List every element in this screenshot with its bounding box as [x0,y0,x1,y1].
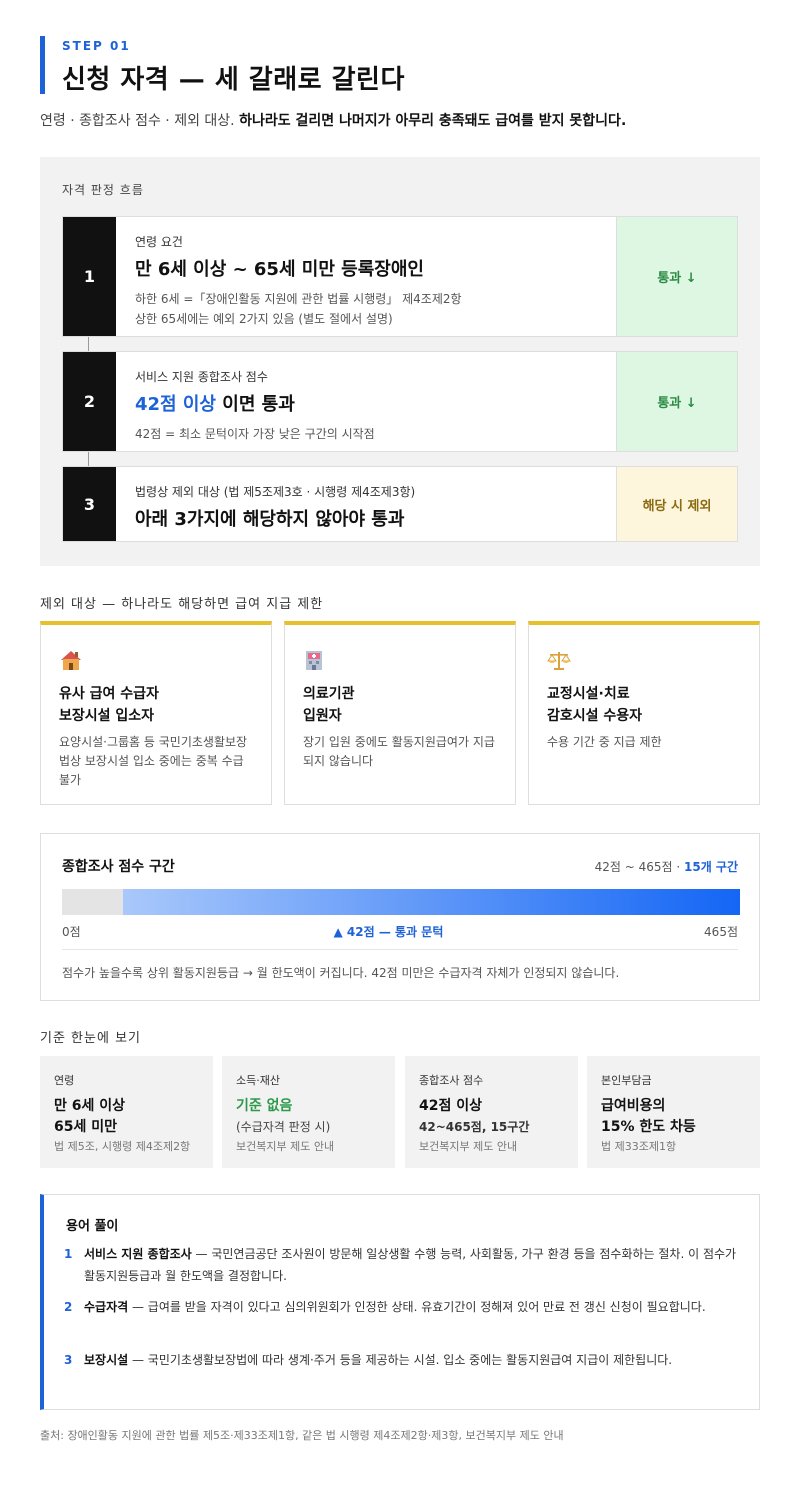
flow-step-age: 1 연령 요건 만 6세 이상 ~ 65세 미만 등록장애인 하한 6세 =「장… [62,216,738,337]
house-icon [61,651,81,670]
lead-bold: 하나라도 걸리면 나머지가 아무리 충족돼도 급여를 받지 못합니다. [239,113,627,129]
glossary-number: 2 [64,1300,73,1314]
exclusion-title: 보장시설 입소자 [59,708,155,724]
step-subtitle: 서비스 지원 종합조사 점수 [135,370,268,384]
summary-card-label: 소득·재산 [236,1074,280,1087]
flow-step-score: 2 서비스 지원 종합조사 점수 42점 이상 이면 통과 42점 = 최소 문… [62,351,738,452]
step-status-pass: 통과 ↓ [616,352,737,451]
summary-card-detail: 42~465점, 15구간 [419,1120,530,1134]
step-label: STEP 01 [62,39,131,53]
exclusion-title: 감호시설 수용자 [547,708,643,724]
hospital-icon [306,651,322,670]
score-bar [62,889,740,915]
step-subtitle: 법령상 제외 대상 (법 제5조제3호 · 시행령 제4조제3항) [135,485,416,499]
eligibility-flow-panel: 자격 판정 흐름 1 연령 요건 만 6세 이상 ~ 65세 미만 등록장애인 … [40,157,760,566]
scales-icon [547,652,571,670]
source-note: 출처: 장애인활동 지원에 관한 법률 제5조·제33조제1항, 같은 법 시행… [40,1429,564,1442]
step-note: 하한 6세 =「장애인활동 지원에 관한 법률 시행령」 제4조제2항 [135,292,462,306]
score-threshold-marker: ▲ 42점 — 통과 문턱 [333,925,444,939]
summary-card-label: 본인부담금 [601,1074,652,1087]
summary-card-value: 기준 없음 [236,1098,293,1114]
step-status-pass: 통과 ↓ [616,217,737,336]
glossary-box: 용어 풀이 1 서비스 지원 종합조사 — 국민연금공단 조사원이 방문해 일상… [40,1194,760,1410]
score-min-label: 0점 [62,925,81,939]
step-heading: 42점 이상 이면 통과 [135,390,607,416]
step-heading-rest: 이면 통과 [216,394,295,415]
page-title: 신청 자격 — 세 갈래로 갈린다 [62,65,405,95]
summary-card-age: 연령 만 6세 이상 65세 미만 법 제5조, 시행령 제4조제2항 [40,1056,213,1168]
exclusion-card-correctional: 교정시설·치료 감호시설 수용자 수용 기간 중 지급 제한 [528,621,760,805]
flow-caption: 자격 판정 흐름 [62,183,144,197]
summary-card-value: 급여비용의 [601,1098,666,1114]
score-title: 종합조사 점수 구간 [62,859,175,875]
exclusion-title: 교정시설·치료 [547,686,630,702]
summary-label: 기준 한눈에 보기 [40,1031,141,1046]
flow-connector [88,451,89,467]
glossary-term: 서비스 지원 종합조사 [84,1247,192,1261]
score-range-panel: 종합조사 점수 구간 42점 ~ 465점 · 15개 구간 0점 ▲ 42점 … [40,833,760,1001]
exclusion-desc: 요양시설·그룹홈 등 국민기초생활보장법상 보장시설 입소 중에는 중복 수급 … [59,735,248,787]
flow-connector [88,336,89,352]
summary-card-value: 42점 이상 [419,1098,482,1114]
step-note: 42점 = 최소 문턱이자 가장 낮은 구간의 시작점 [135,427,375,441]
summary-card-value: 65세 미만 [54,1119,117,1135]
step-subtitle: 연령 요건 [135,235,183,249]
score-range: 42점 ~ 465점 · 15개 구간 [595,858,738,875]
lead-text: 연령 · 종합조사 점수 · 제외 대상. 하나라도 걸리면 나머지가 아무리 … [40,110,626,130]
step-number: 3 [63,467,116,541]
step-number: 2 [63,352,116,451]
exclusion-desc: 수용 기간 중 지급 제한 [547,735,662,749]
step-number: 1 [63,217,116,336]
lead-plain: 연령 · 종합조사 점수 · 제외 대상. [40,113,240,129]
step-heading: 만 6세 이상 ~ 65세 미만 등록장애인 [135,259,424,280]
section-header: STEP 01 신청 자격 — 세 갈래로 갈린다 [40,36,405,95]
score-bar-fill [123,889,740,915]
summary-card-income: 소득·재산 기준 없음 (수급자격 판정 시) 보건복지부 제도 안내 [222,1056,395,1168]
summary-card-value: 만 6세 이상 [54,1098,126,1114]
summary-card-copay: 본인부담금 급여비용의 15% 한도 차등 법 제33조제1항 [587,1056,760,1168]
glossary-term: 보장시설 [84,1353,129,1367]
summary-card-label: 종합조사 점수 [419,1074,484,1087]
glossary-number: 1 [64,1247,73,1261]
exclusion-title: 유사 급여 수급자 [59,686,159,702]
step-note: 상한 65세에는 예외 2가지 있음 (별도 절에서 설명) [135,312,393,326]
step-heading-highlight: 42점 이상 [135,394,216,415]
summary-card-source: 법 제33조제1항 [601,1140,677,1153]
score-max-label: 465점 [704,925,738,939]
exclusion-desc: 장기 입원 중에도 활동지원급여가 지급되지 않습니다 [303,735,495,768]
summary-card-source: 보건복지부 제도 안내 [419,1140,518,1153]
glossary-definition: — 급여를 받을 자격이 있다고 심의위원회가 인정한 상태. 유효기간이 정해… [128,1300,706,1314]
summary-card-source: 보건복지부 제도 안내 [236,1140,335,1153]
step-heading: 아래 3가지에 해당하지 않아야 통과 [135,509,405,530]
glossary-item: 3 보장시설 — 국민기초생활보장법에 따라 생계·주거 등을 제공하는 시설.… [64,1349,745,1371]
exclusion-title: 입원자 [303,708,342,724]
glossary-definition: — 국민기초생활보장법에 따라 생계·주거 등을 제공하는 시설. 입소 중에는… [128,1353,673,1367]
glossary-item: 1 서비스 지원 종합조사 — 국민연금공단 조사원이 방문해 일상생활 수행 … [64,1243,745,1287]
score-note: 점수가 높을수록 상위 활동지원등급 → 월 한도액이 커집니다. 42점 미만… [62,966,620,980]
glossary-title: 용어 풀이 [66,1219,119,1234]
score-range-text: 42점 ~ 465점 · [594,860,684,874]
score-range-count: 15개 구간 [684,860,738,874]
exclusion-card-facility: 유사 급여 수급자 보장시설 입소자 요양시설·그룹홈 등 국민기초생활보장법상… [40,621,272,805]
exclusions-label: 제외 대상 — 하나라도 해당하면 급여 지급 제한 [40,597,324,612]
exclusion-title: 의료기관 [303,686,355,702]
summary-card-detail: (수급자격 판정 시) [236,1120,331,1134]
glossary-item: 2 수급자격 — 급여를 받을 자격이 있다고 심의위원회가 인정한 상태. 유… [64,1296,745,1318]
glossary-term: 수급자격 [84,1300,129,1314]
summary-card-source: 법 제5조, 시행령 제4조제2항 [54,1140,191,1153]
summary-card-score: 종합조사 점수 42점 이상 42~465점, 15구간 보건복지부 제도 안내 [405,1056,578,1168]
exclusion-card-hospital: 의료기관 입원자 장기 입원 중에도 활동지원급여가 지급되지 않습니다 [284,621,516,805]
glossary-number: 3 [64,1353,73,1367]
flow-step-exclusion: 3 법령상 제외 대상 (법 제5조제3호 · 시행령 제4조제3항) 아래 3… [62,466,738,542]
divider [62,949,738,950]
summary-card-label: 연령 [54,1074,75,1087]
summary-card-value: 15% 한도 차등 [601,1119,696,1135]
step-status-exclude: 해당 시 제외 [616,467,737,541]
